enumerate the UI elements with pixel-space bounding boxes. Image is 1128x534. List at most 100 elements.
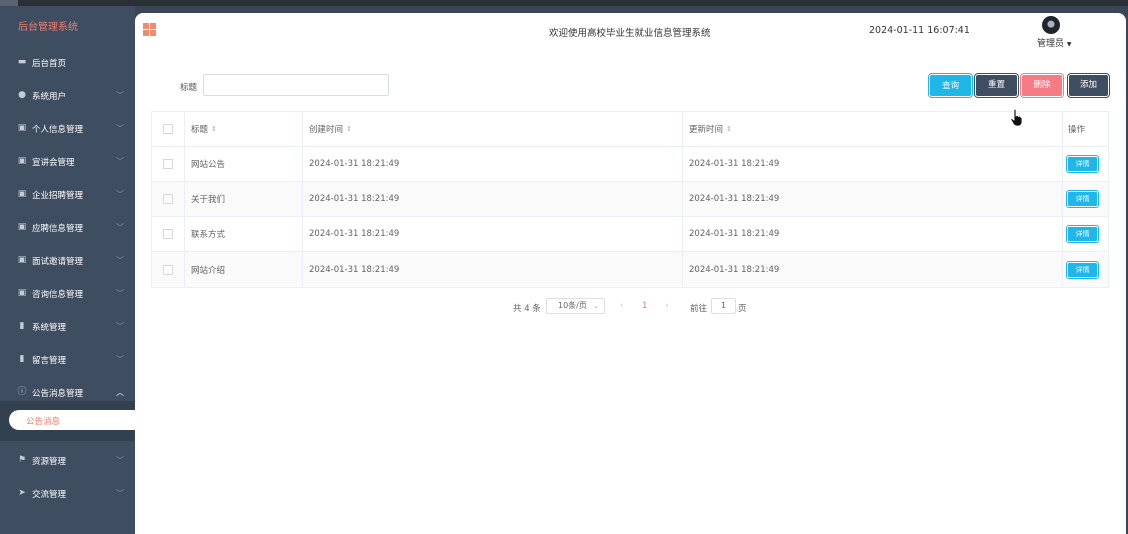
table-row[interactable]: 网站介绍 2024-01-31 18:21:49 2024-01-31 18:21:… <box>152 252 1108 287</box>
sidebar-item-label: 资源管理 <box>32 457 67 467</box>
sort-icon[interactable]: ⇕ <box>346 125 352 133</box>
sidebar-item-label: 公告消息管理 <box>32 389 84 399</box>
cell-title: 网站介绍 <box>185 252 303 287</box>
user-icon: ● <box>18 90 26 100</box>
prev-page-button[interactable]: ‹ <box>620 301 623 317</box>
detail-button[interactable]: 详情 <box>1066 225 1099 243</box>
cell-action: 详情 <box>1063 217 1109 251</box>
row-checkbox-cell <box>152 217 185 251</box>
sidebar-item-1[interactable]: ● 系统用户 ﹀ <box>0 82 135 108</box>
cell-updated: 2024-01-31 18:21:49 <box>683 147 1063 181</box>
row-checkbox[interactable] <box>163 159 173 169</box>
sidebar-item-0[interactable]: ▬ 后台首页 <box>0 49 135 75</box>
header-action: 操作 <box>1068 125 1086 135</box>
monitor-icon: ▬ <box>17 57 27 67</box>
select-all-checkbox[interactable] <box>163 124 173 134</box>
send-icon: ➤ <box>18 488 26 498</box>
detail-button[interactable]: 详情 <box>1066 155 1099 173</box>
flag-icon: ⚑ <box>17 455 27 465</box>
bar-chart-icon: ▮ <box>19 321 25 331</box>
header-created[interactable]: 创建时间 ⇕ <box>303 112 683 146</box>
mouse-pointer-icon <box>1010 109 1022 127</box>
sidebar-item-6[interactable]: ▣ 面试邀请管理 ﹀ <box>0 247 135 273</box>
sidebar: 后台管理系统 ▬ 后台首页 ● 系统用户 ﹀ ▣ 个人信息管理 ﹀ ▣ 宣讲会管理 ﹀ ▣ 企业招聘管理… <box>0 6 135 534</box>
sidebar-item-3[interactable]: ▣ 宣讲会管理 ﹀ <box>0 148 135 174</box>
header-updated[interactable]: 更新时间 ⇕ <box>683 112 1063 146</box>
sidebar-item-label: 宣讲会管理 <box>32 158 75 168</box>
cell-updated: 2024-01-31 18:21:49 <box>683 182 1063 216</box>
user-menu[interactable]: 管理员 ▼ <box>1037 36 1072 49</box>
sidebar-item-label: 系统管理 <box>32 323 67 333</box>
query-button[interactable]: 查询 <box>928 73 973 98</box>
row-checkbox[interactable] <box>163 264 173 275</box>
info-icon: ⓘ <box>17 387 27 397</box>
form-icon: ▣ <box>17 255 27 265</box>
sidebar-item-4[interactable]: ▣ 企业招聘管理 ﹀ <box>0 181 135 207</box>
sidebar-item-label: 留言管理 <box>32 356 67 366</box>
table-body: 网站公告 2024-01-31 18:21:49 2024-01-31 18:21:… <box>152 147 1108 287</box>
cell-updated: 2024-01-31 18:21:49 <box>683 217 1063 251</box>
cell-created: 2024-01-31 18:21:49 <box>303 217 683 251</box>
header-checkbox-cell <box>152 112 185 146</box>
cell-title: 网站公告 <box>185 147 303 181</box>
cell-created: 2024-01-31 18:21:49 <box>303 147 683 181</box>
sidebar-item-after-0[interactable]: ⚑ 资源管理 ﹀ <box>0 447 135 473</box>
chevron-down-icon: ﹀ <box>116 289 124 298</box>
menu-grid-icon[interactable] <box>143 23 156 36</box>
sidebar-item-after-1[interactable]: ➤ 交流管理 ﹀ <box>0 480 135 506</box>
form-icon: ▣ <box>17 189 27 199</box>
table-row[interactable]: 网站公告 2024-01-31 18:21:49 2024-01-31 18:21:… <box>152 147 1108 182</box>
form-icon: ▣ <box>17 123 27 133</box>
sidebar-item-label: 后台首页 <box>32 59 67 69</box>
add-button[interactable]: 添加 <box>1067 73 1110 98</box>
detail-button[interactable]: 详情 <box>1066 190 1099 208</box>
goto-label: 前往 <box>690 304 708 314</box>
row-checkbox-cell <box>152 147 185 181</box>
page-size-select[interactable]: 10条/页 ⌄ <box>546 298 605 314</box>
row-checkbox-cell <box>152 252 185 287</box>
chevron-down-icon: ﹀ <box>116 256 124 265</box>
goto-page-suffix: 页 <box>738 304 747 314</box>
cell-action: 详情 <box>1063 182 1109 216</box>
cell-created: 2024-01-31 18:21:49 <box>303 182 683 216</box>
chevron-down-icon: ﹀ <box>116 456 124 465</box>
sidebar-item-label: 交流管理 <box>32 490 67 500</box>
header-title[interactable]: 标题 ⇕ <box>185 112 303 146</box>
sidebar-item-7[interactable]: ▣ 咨询信息管理 ﹀ <box>0 280 135 306</box>
row-checkbox[interactable] <box>163 229 173 239</box>
search-title-input[interactable] <box>203 74 389 96</box>
cell-action: 详情 <box>1063 252 1109 287</box>
chevron-down-icon: ﹀ <box>116 322 124 331</box>
reset-button[interactable]: 重置 <box>974 73 1019 98</box>
chevron-down-icon: ⌄ <box>593 302 599 310</box>
next-page-button[interactable]: › <box>665 301 668 317</box>
delete-button[interactable]: 删除 <box>1020 73 1064 98</box>
chevron-down-icon: ﹀ <box>116 190 124 199</box>
goto-page-input[interactable]: 1 <box>711 298 736 314</box>
chevron-down-icon: ﹀ <box>116 223 124 232</box>
chevron-up-icon: ︿ <box>116 388 124 397</box>
row-checkbox[interactable] <box>163 194 173 204</box>
detail-button[interactable]: 详情 <box>1066 260 1099 279</box>
bar-chart-icon: ▮ <box>19 354 25 364</box>
table-row[interactable]: 联系方式 2024-01-31 18:21:49 2024-01-31 18:21:… <box>152 217 1108 252</box>
brand-title: 后台管理系统 <box>18 22 78 33</box>
sidebar-item-8[interactable]: ▮ 系统管理 ﹀ <box>0 313 135 339</box>
sort-icon[interactable]: ⇕ <box>211 125 217 133</box>
chevron-down-icon: ﹀ <box>116 489 124 498</box>
cell-created: 2024-01-31 18:21:49 <box>303 252 683 287</box>
sidebar-item-label: 企业招聘管理 <box>32 191 84 201</box>
sidebar-item-5[interactable]: ▣ 应聘信息管理 ﹀ <box>0 214 135 240</box>
search-label: 标题 <box>180 83 198 93</box>
chevron-down-icon: ﹀ <box>116 157 124 166</box>
avatar[interactable] <box>1042 16 1060 34</box>
page-number-current[interactable]: 1 <box>642 301 647 317</box>
sidebar-item-2[interactable]: ▣ 个人信息管理 ﹀ <box>0 115 135 141</box>
table-row[interactable]: 关于我们 2024-01-31 18:21:49 2024-01-31 18:21:… <box>152 182 1108 217</box>
sidebar-item-label: 应聘信息管理 <box>32 224 84 234</box>
sidebar-item-label: 面试邀请管理 <box>32 257 84 267</box>
sidebar-subitem-notice[interactable]: 公告消息 <box>9 410 135 430</box>
sidebar-subitem-label: 公告消息 <box>26 417 61 427</box>
sort-icon[interactable]: ⇕ <box>726 125 732 133</box>
sidebar-item-9[interactable]: ▮ 留言管理 ﹀ <box>0 346 135 372</box>
